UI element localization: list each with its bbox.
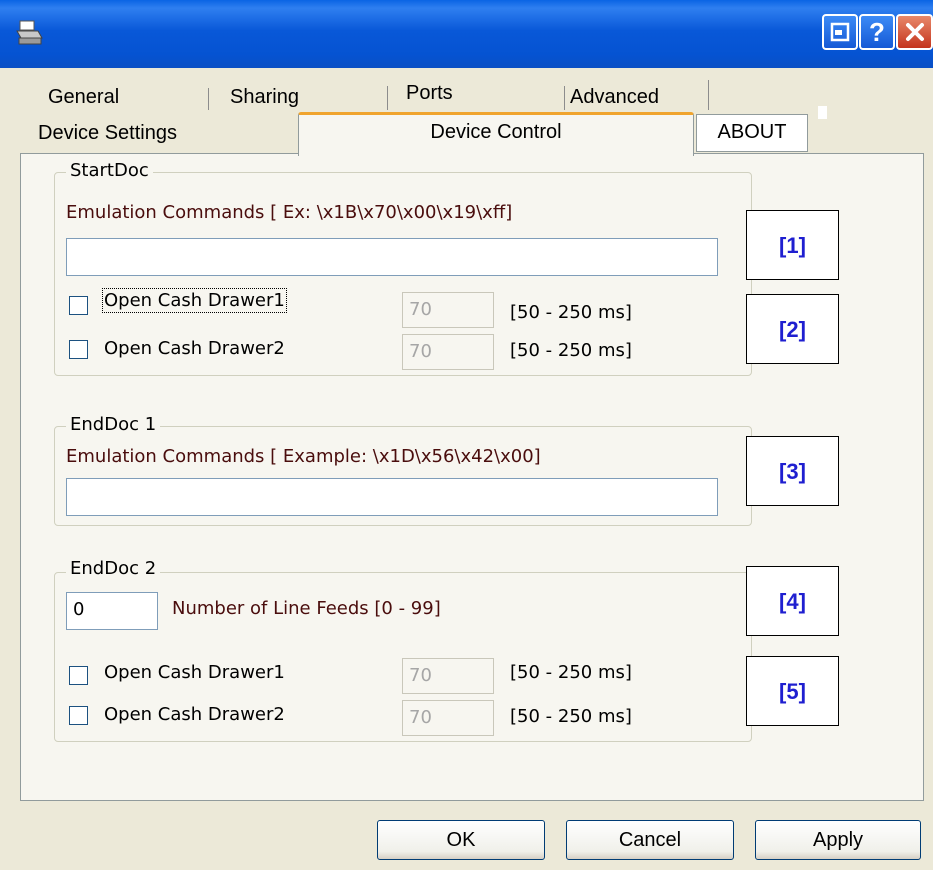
line-feeds-input[interactable]: 0 — [66, 592, 158, 630]
annotation-marker-1: [1] — [746, 210, 839, 280]
tab-ports[interactable]: Ports — [406, 82, 453, 105]
startdoc-drawer1-range: [50 - 250 ms] — [510, 302, 632, 323]
startdoc-emulation-input[interactable] — [66, 238, 718, 276]
tab-separator — [208, 88, 209, 110]
apply-button[interactable]: Apply — [755, 820, 921, 860]
title-bar[interactable]: ? — [0, 0, 933, 68]
enddoc1-legend: EndDoc 1 — [66, 414, 161, 435]
close-icon — [905, 23, 924, 41]
startdoc-drawer2-ms-input[interactable]: 70 — [402, 334, 494, 370]
enddoc2-drawer1-ms-input[interactable]: 70 — [402, 658, 494, 694]
tab-separator — [564, 86, 565, 110]
enddoc1-emulation-input[interactable] — [66, 478, 718, 516]
ok-button[interactable]: OK — [377, 820, 545, 860]
startdoc-drawer1-label[interactable]: Open Cash Drawer1 — [102, 288, 287, 313]
enddoc2-drawer1-label[interactable]: Open Cash Drawer1 — [104, 662, 285, 683]
cancel-button[interactable]: Cancel — [566, 820, 734, 860]
help-icon: ? — [869, 17, 885, 47]
tab-device-control[interactable]: Device Control — [298, 112, 694, 156]
enddoc2-drawer2-label[interactable]: Open Cash Drawer2 — [104, 704, 285, 725]
enddoc2-drawer2-checkbox[interactable] — [69, 706, 88, 725]
startdoc-emulation-label: Emulation Commands [ Ex: \x1B\x70\x00\x1… — [66, 202, 513, 223]
enddoc2-drawer1-range: [50 - 250 ms] — [510, 662, 632, 683]
printer-icon — [16, 20, 43, 45]
help-button[interactable]: ? — [859, 14, 895, 50]
minimize-icon — [830, 22, 850, 42]
startdoc-drawer2-label[interactable]: Open Cash Drawer2 — [104, 338, 285, 359]
tab-device-settings[interactable]: Device Settings — [38, 122, 177, 145]
tab-scroll-indicator — [818, 106, 827, 119]
tab-separator — [708, 80, 709, 110]
line-feeds-label: Number of Line Feeds [0 - 99] — [172, 598, 441, 619]
startdoc-legend: StartDoc — [66, 160, 153, 181]
tab-about[interactable]: ABOUT — [696, 114, 808, 152]
tab-general[interactable]: General — [48, 86, 119, 109]
annotation-marker-2: [2] — [746, 294, 839, 364]
annotation-marker-5: [5] — [746, 656, 839, 726]
startdoc-drawer1-ms-input[interactable]: 70 — [402, 292, 494, 328]
startdoc-drawer2-range: [50 - 250 ms] — [510, 340, 632, 361]
tab-sharing[interactable]: Sharing — [230, 86, 299, 109]
annotation-marker-4: [4] — [746, 566, 839, 636]
minimize-button[interactable] — [822, 14, 858, 50]
enddoc1-emulation-label: Emulation Commands [ Example: \x1D\x56\x… — [66, 446, 541, 467]
tab-separator — [387, 86, 388, 110]
startdoc-drawer2-checkbox[interactable] — [69, 340, 88, 359]
startdoc-drawer1-checkbox[interactable] — [69, 296, 88, 315]
tab-device-control-label: Device Control — [430, 121, 562, 143]
annotation-marker-3: [3] — [746, 436, 839, 506]
enddoc2-drawer1-checkbox[interactable] — [69, 666, 88, 685]
enddoc2-drawer2-ms-input[interactable]: 70 — [402, 700, 494, 736]
enddoc2-legend: EndDoc 2 — [66, 558, 161, 579]
enddoc2-drawer2-range: [50 - 250 ms] — [510, 706, 632, 727]
tab-advanced[interactable]: Advanced — [570, 86, 659, 109]
close-button[interactable] — [896, 14, 933, 50]
